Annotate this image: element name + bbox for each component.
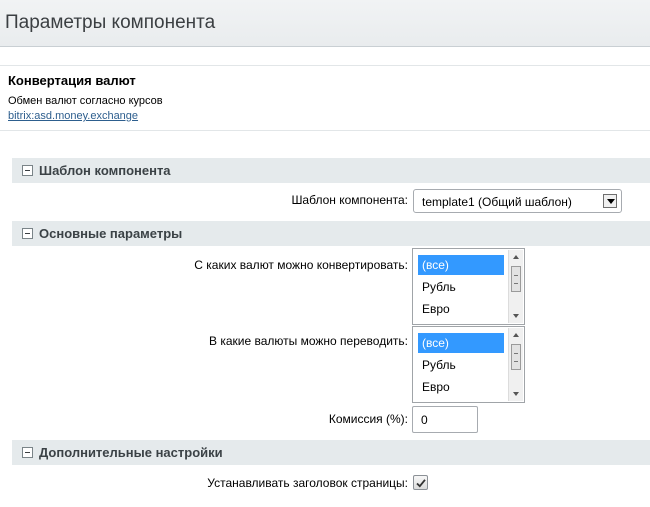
set-page-title-checkbox[interactable] (413, 475, 428, 490)
template-select[interactable]: template1 (Общий шаблон) (413, 189, 622, 213)
scroll-down-arrow-icon[interactable] (513, 314, 519, 318)
to-currencies-listbox[interactable]: (все) Рубль Евро (412, 326, 525, 403)
section-label: Дополнительные настройки (39, 445, 223, 460)
component-name: Конвертация валют (8, 73, 136, 88)
scroll-thumb[interactable] (511, 344, 521, 370)
section-label: Основные параметры (39, 226, 183, 241)
section-main-params[interactable]: Основные параметры (12, 221, 650, 246)
list-option[interactable]: Евро (418, 377, 504, 397)
commission-input[interactable]: 0 (412, 406, 478, 433)
collapse-minus-icon[interactable] (22, 447, 33, 458)
scroll-thumb[interactable] (511, 266, 521, 292)
list-option[interactable]: Евро (418, 299, 504, 319)
scroll-down-arrow-icon[interactable] (513, 392, 519, 396)
component-code-link[interactable]: bitrix:asd.money.exchange (8, 110, 138, 122)
list-option[interactable]: Рубль (418, 277, 504, 297)
scroll-up-arrow-icon[interactable] (513, 255, 519, 259)
component-info: Конвертация валют Обмен валют согласно к… (0, 65, 650, 131)
list-option[interactable]: (все) (418, 333, 504, 353)
component-description: Обмен валют согласно курсов (8, 95, 163, 107)
scroll-up-arrow-icon[interactable] (513, 333, 519, 337)
from-currencies-listbox[interactable]: (все) Рубль Евро (412, 248, 525, 325)
checkmark-icon (416, 479, 426, 488)
field-label-set-page-title: Устанавливать заголовок страницы: (207, 476, 408, 490)
section-template[interactable]: Шаблон компонента (12, 158, 650, 183)
dropdown-arrow-icon[interactable] (603, 194, 617, 208)
field-label-template: Шаблон компонента: (291, 193, 408, 207)
listbox-scrollbar[interactable] (508, 328, 523, 401)
section-additional-settings[interactable]: Дополнительные настройки (12, 440, 650, 465)
field-label-from-currencies: С каких валют можно конвертировать: (194, 258, 408, 272)
listbox-scrollbar[interactable] (508, 250, 523, 323)
template-select-value: template1 (Общий шаблон) (422, 195, 572, 209)
field-label-to-currencies: В какие валюты можно переводить: (208, 334, 408, 348)
field-label-commission: Комиссия (%): (328, 412, 408, 426)
window-title: Параметры компонента (5, 12, 216, 33)
window-titlebar: Параметры компонента (0, 0, 650, 47)
collapse-minus-icon[interactable] (22, 228, 33, 239)
section-label: Шаблон компонента (39, 163, 171, 178)
collapse-minus-icon[interactable] (22, 165, 33, 176)
list-option[interactable]: Рубль (418, 355, 504, 375)
list-option[interactable]: (все) (418, 255, 504, 275)
